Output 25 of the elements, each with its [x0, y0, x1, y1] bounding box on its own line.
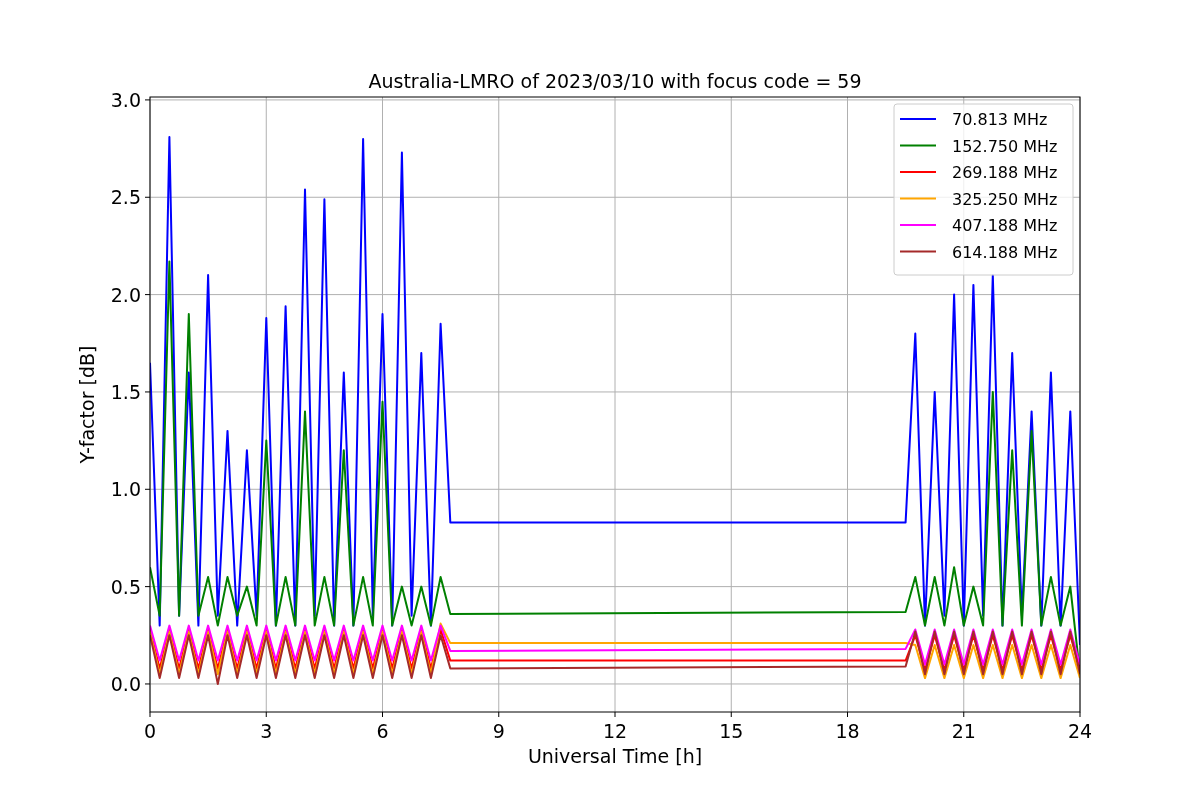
legend-label: 614.188 MHz [952, 242, 1058, 262]
y-tick-label: 3.0 [110, 88, 141, 111]
legend-label: 325.250 MHz [952, 189, 1058, 209]
y-axis-label: Y-factor [dB] [76, 345, 98, 464]
y-tick-label: 2.0 [110, 283, 141, 306]
x-tick-label: 3 [260, 720, 273, 742]
x-tick-label: 6 [376, 720, 389, 742]
x-axis-label: Universal Time [h] [527, 745, 703, 767]
x-tick-label: 12 [602, 720, 628, 742]
legend-label: 269.188 MHz [952, 163, 1058, 182]
legend-label: 407.188 MHz [952, 216, 1058, 235]
x-tick-label: 24 [1067, 720, 1093, 742]
y-tick-label: 1.5 [110, 380, 141, 403]
x-tick-label: 18 [835, 720, 860, 742]
x-tick-label: 9 [492, 720, 505, 742]
y-tick-label: 0.0 [110, 672, 141, 695]
x-tick-label: 0 [143, 720, 157, 742]
x-tick-label: 21 [951, 720, 976, 742]
y-tick-label: 0.5 [110, 575, 141, 598]
y-tick-label: 2.5 [110, 186, 141, 209]
chart-title: Australia-LMRO of 2023/03/10 with focus code = 59 [368, 70, 862, 92]
y-tick-label: 1.0 [110, 478, 141, 501]
x-tick-label: 15 [719, 720, 744, 742]
legend-label: 152.750 MHz [952, 136, 1058, 156]
legend-label: 70.813 MHz [952, 110, 1048, 129]
